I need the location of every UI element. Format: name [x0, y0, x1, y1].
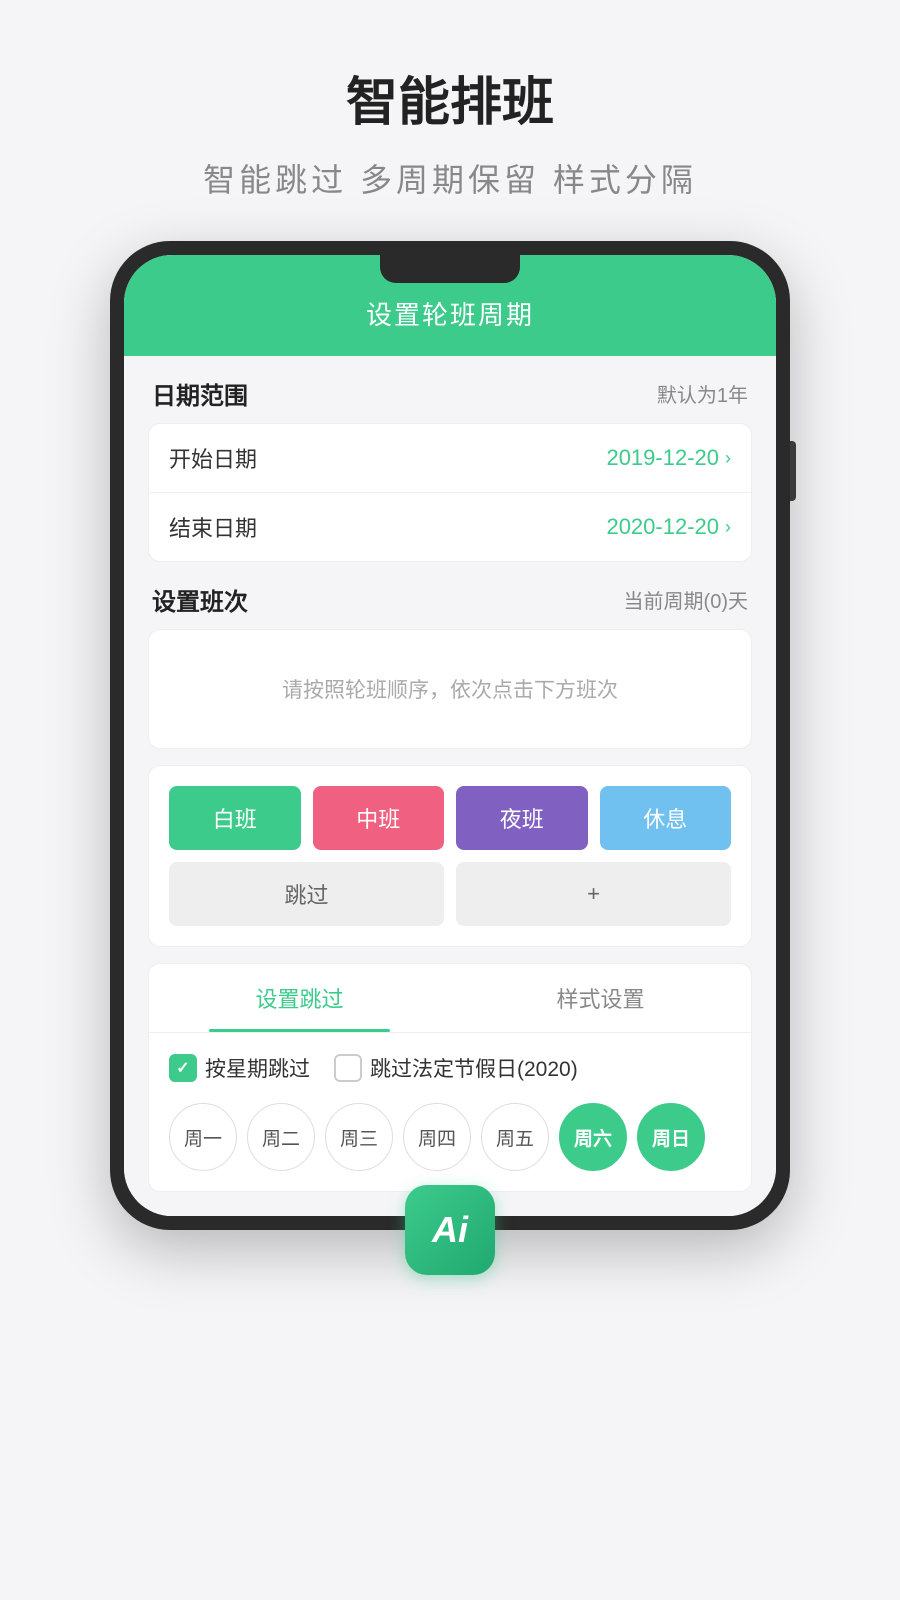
night-shift-button[interactable]: 夜班	[456, 786, 588, 850]
date-section-header: 日期范围 默认为1年	[148, 356, 752, 423]
app-header-title: 设置轮班周期	[124, 295, 776, 332]
shift-section-hint: 当前周期(0)天	[624, 585, 748, 614]
day-mon[interactable]: 周一	[169, 1103, 237, 1171]
chevron-right-icon: ›	[725, 448, 731, 469]
tabs-section: 设置跳过 样式设置 ✓ 按星期跳过	[148, 963, 752, 1192]
day-shift-button[interactable]: 白班	[169, 786, 301, 850]
date-section-hint: 默认为1年	[657, 379, 748, 408]
shift-section-title: 设置班次	[152, 582, 248, 617]
shift-instruction-text: 请按照轮班顺序，依次点击下方班次	[282, 674, 618, 704]
end-date-label: 结束日期	[169, 511, 257, 543]
checkbox-holiday-box	[334, 1054, 362, 1082]
start-date-value: 2019-12-20 ›	[606, 445, 731, 471]
day-sat[interactable]: 周六	[559, 1103, 627, 1171]
ai-text: Ai	[432, 1209, 468, 1251]
start-date-row[interactable]: 开始日期 2019-12-20 ›	[149, 424, 751, 492]
checkbox-row: ✓ 按星期跳过 跳过法定节假日(2020)	[169, 1053, 731, 1083]
shift-section-header: 设置班次 当前周期(0)天	[148, 562, 752, 629]
shift-buttons-container: 白班 中班 夜班 休息 跳过 +	[148, 765, 752, 947]
checkbox-weekly-label: 按星期跳过	[205, 1053, 310, 1083]
checkbox-weekly[interactable]: ✓ 按星期跳过	[169, 1053, 310, 1083]
tab-skip[interactable]: 设置跳过	[149, 964, 450, 1032]
skip-shift-button[interactable]: 跳过	[169, 862, 444, 926]
day-tue[interactable]: 周二	[247, 1103, 315, 1171]
ai-badge: Ai	[405, 1185, 495, 1275]
phone-frame: 设置轮班周期 日期范围 默认为1年 开始日期 2019-12-20 › 结束日期	[110, 241, 790, 1230]
checkmark-icon: ✓	[176, 1058, 189, 1078]
phone-screen: 设置轮班周期 日期范围 默认为1年 开始日期 2019-12-20 › 结束日期	[124, 255, 776, 1216]
checkbox-holiday[interactable]: 跳过法定节假日(2020)	[334, 1053, 578, 1083]
day-wed[interactable]: 周三	[325, 1103, 393, 1171]
tabs-header: 设置跳过 样式设置	[149, 964, 751, 1033]
add-shift-button[interactable]: +	[456, 862, 731, 926]
mid-shift-button[interactable]: 中班	[313, 786, 445, 850]
day-sun[interactable]: 周日	[637, 1103, 705, 1171]
start-date-label: 开始日期	[169, 442, 257, 474]
page-header: 智能排班 智能跳过 多周期保留 样式分隔	[0, 0, 900, 221]
phone-button	[790, 441, 796, 501]
checkbox-holiday-label: 跳过法定节假日(2020)	[370, 1053, 578, 1083]
tabs-content: ✓ 按星期跳过 跳过法定节假日(2020) 周一	[149, 1033, 751, 1191]
day-thu[interactable]: 周四	[403, 1103, 471, 1171]
chevron-right-icon-2: ›	[725, 517, 731, 538]
rest-shift-button[interactable]: 休息	[600, 786, 732, 850]
checkbox-weekly-box: ✓	[169, 1054, 197, 1082]
end-date-value: 2020-12-20 ›	[606, 514, 731, 540]
phone-notch	[380, 255, 520, 283]
tab-style[interactable]: 样式设置	[450, 964, 751, 1032]
day-fri[interactable]: 周五	[481, 1103, 549, 1171]
date-card: 开始日期 2019-12-20 › 结束日期 2020-12-20 ›	[148, 423, 752, 562]
shift-instruction-card: 请按照轮班顺序，依次点击下方班次	[148, 629, 752, 749]
day-pills: 周一 周二 周三 周四 周五 周六 周日	[169, 1103, 731, 1171]
app-content: 日期范围 默认为1年 开始日期 2019-12-20 › 结束日期 2020-1…	[124, 356, 776, 1216]
end-date-row[interactable]: 结束日期 2020-12-20 ›	[149, 492, 751, 561]
date-section-title: 日期范围	[152, 376, 248, 411]
page-subtitle: 智能跳过 多周期保留 样式分隔	[0, 155, 900, 201]
page-title: 智能排班	[0, 60, 900, 135]
